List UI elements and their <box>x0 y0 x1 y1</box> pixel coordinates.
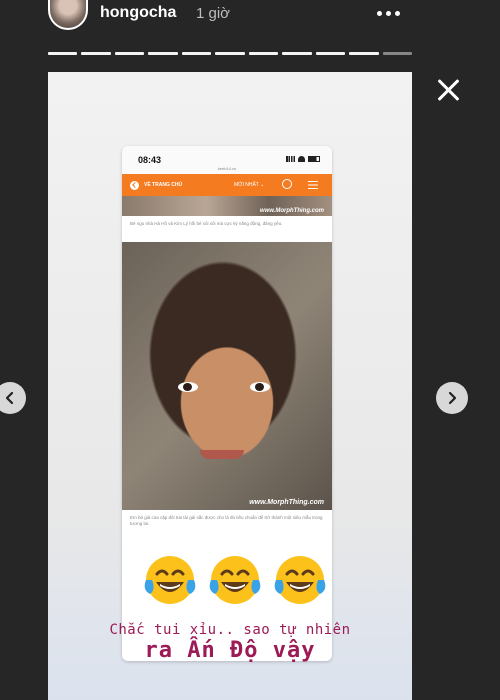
chevron-right-icon[interactable] <box>436 382 468 414</box>
timestamp: 1 giờ <box>196 5 231 22</box>
progress-segment <box>114 52 145 55</box>
signal-icon <box>286 156 295 162</box>
progress-segment <box>48 52 78 55</box>
progress-segment <box>81 52 111 55</box>
clock: 08:43 <box>138 155 162 165</box>
progress-segment <box>382 52 412 55</box>
article-image-top: www.MorphThing.com <box>122 196 332 216</box>
story-caption-line-1: Chắc tui xỉu.. sao tự nhiên <box>109 622 351 638</box>
back-icon <box>130 180 139 190</box>
progress-segment <box>315 52 346 55</box>
user-icon <box>282 179 292 189</box>
eye <box>250 382 270 392</box>
app-bar: VỀ TRANG CHỦ MỚI NHẤT ⌄ <box>122 174 332 196</box>
laughing-tears-emoji <box>205 550 265 610</box>
caption-top: Bé ngo nhà Hà Hồ và Kim Lý hồi bé xôi xô… <box>130 221 283 226</box>
battery-icon <box>308 156 320 162</box>
mouth <box>200 450 244 459</box>
progress-segment <box>248 52 279 55</box>
username[interactable]: hongocha <box>100 4 176 22</box>
story-caption-line-2: ra Ấn Độ vậy <box>144 638 316 663</box>
progress-segment <box>148 52 178 55</box>
latest-label: MỚI NHẤT ⌄ <box>234 182 265 188</box>
watermark: www.MorphThing.com <box>249 499 324 506</box>
child-face-image: www.MorphThing.com <box>122 242 332 510</box>
home-label: VỀ TRANG CHỦ <box>144 182 183 188</box>
chevron-left-icon[interactable] <box>0 382 26 414</box>
wifi-icon <box>298 156 305 162</box>
progress-segment <box>181 52 212 55</box>
eye <box>178 382 198 392</box>
close-icon[interactable] <box>430 72 466 108</box>
url-label: kenh14.vn <box>217 166 237 171</box>
laughing-tears-emoji <box>140 550 200 610</box>
watermark: www.MorphThing.com <box>259 208 324 214</box>
emoji-row <box>140 550 330 612</box>
menu-icon <box>308 181 318 189</box>
laughing-tears-emoji <box>270 550 330 610</box>
more-horizontal-icon[interactable] <box>370 0 406 26</box>
avatar[interactable] <box>48 0 88 30</box>
caption-bottom: Em bé giả của cặp đôi trai tài gái sắc đ… <box>130 515 323 526</box>
system-icons <box>286 156 320 162</box>
progress-segment <box>282 52 312 55</box>
progress-segment <box>349 52 379 55</box>
progress-segment <box>215 52 245 55</box>
status-bar: 08:43 kenh14.vn <box>122 146 332 174</box>
story-card: 08:43 kenh14.vn VỀ TRANG CHỦ MỚI NHẤT ⌄ … <box>48 72 412 700</box>
story-progress <box>48 52 412 55</box>
